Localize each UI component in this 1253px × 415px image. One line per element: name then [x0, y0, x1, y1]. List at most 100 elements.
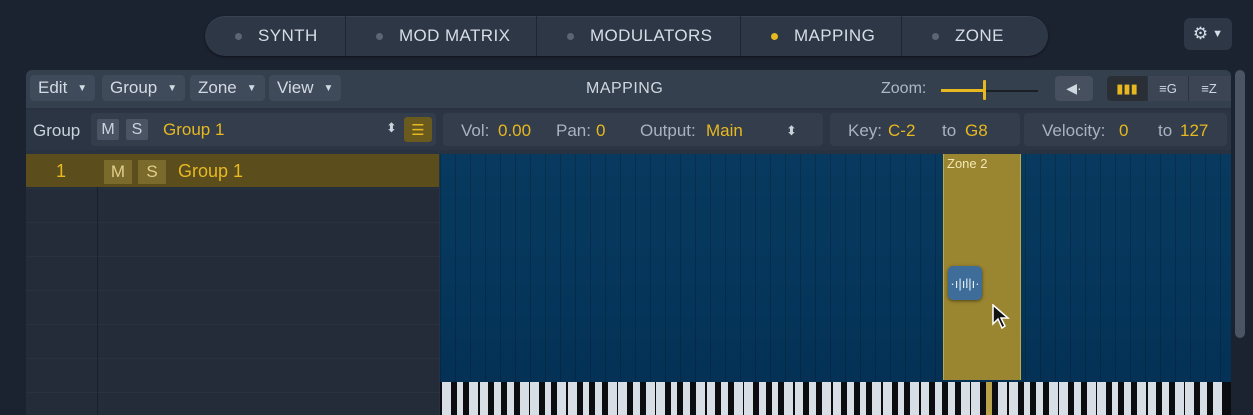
black-key[interactable]: [1118, 382, 1124, 415]
black-key[interactable]: [1043, 382, 1049, 415]
black-key[interactable]: [451, 382, 457, 415]
zoom-slider-thumb[interactable]: [983, 80, 986, 100]
black-key[interactable]: [728, 382, 734, 415]
key-range-section: Key: C-2 to G8: [830, 113, 1020, 146]
black-key[interactable]: [665, 382, 671, 415]
settings-menu-button[interactable]: ⚙ ▼: [1184, 18, 1232, 50]
black-key[interactable]: [463, 382, 469, 415]
chevron-down-icon: ▼: [323, 82, 334, 94]
black-key[interactable]: [589, 382, 595, 415]
chevron-down-icon: ▼: [167, 82, 178, 94]
velocity-high-value[interactable]: 127: [1180, 121, 1208, 141]
black-key[interactable]: [1156, 382, 1162, 415]
black-key[interactable]: [514, 382, 520, 415]
black-key[interactable]: [841, 382, 847, 415]
tab-mapping[interactable]: MAPPING: [741, 16, 901, 56]
black-key[interactable]: [1194, 382, 1200, 415]
black-key[interactable]: [854, 382, 860, 415]
black-key[interactable]: [577, 382, 583, 415]
view-menu[interactable]: View ▼: [269, 75, 342, 101]
black-key[interactable]: [640, 382, 646, 415]
group-list-view-button[interactable]: ≡G: [1148, 76, 1189, 101]
black-key[interactable]: [942, 382, 948, 415]
group-label: Group: [33, 121, 81, 140]
group-list: 1 M S Group 1: [26, 154, 439, 415]
zone-list-view-button[interactable]: ≡Z: [1189, 76, 1229, 101]
group-name-popup[interactable]: Group 1: [163, 120, 224, 140]
black-key[interactable]: [1106, 382, 1112, 415]
chevron-down-icon: ▼: [77, 82, 88, 94]
vertical-scrollbar[interactable]: [1235, 70, 1245, 338]
black-key[interactable]: [929, 382, 935, 415]
speaker-icon: ◀·: [1066, 80, 1082, 96]
group-solo-button[interactable]: S: [138, 160, 166, 184]
group-mute-button[interactable]: M: [104, 160, 132, 184]
black-key[interactable]: [1018, 382, 1024, 415]
black-key[interactable]: [1068, 382, 1074, 415]
zone-block[interactable]: Zone 2 ·ı|ıl|ı·: [943, 154, 1021, 380]
group-list-icon: ≡G: [1159, 81, 1177, 96]
key-low-value[interactable]: C-2: [888, 121, 915, 141]
black-key[interactable]: [715, 382, 721, 415]
group-number-column: [26, 154, 98, 415]
black-key[interactable]: [1207, 382, 1213, 415]
black-key[interactable]: [766, 382, 772, 415]
view-mode-switch: ▮▮▮ ≡G ≡Z: [1107, 76, 1231, 101]
zone-menu[interactable]: Zone ▼: [190, 75, 265, 101]
black-key[interactable]: [816, 382, 822, 415]
edit-menu[interactable]: Edit ▼: [30, 75, 96, 101]
velocity-label: Velocity:: [1042, 121, 1106, 140]
black-key[interactable]: [539, 382, 545, 415]
audition-button[interactable]: ◀·: [1055, 76, 1093, 101]
black-key[interactable]: [551, 382, 557, 415]
key-high-value[interactable]: G8: [965, 121, 988, 141]
zone-mapping-grid[interactable]: Zone 2 ·ı|ıl|ı·: [440, 154, 1231, 415]
zone-list-icon: ≡Z: [1201, 81, 1217, 96]
panel-title: MAPPING: [586, 80, 664, 97]
black-key[interactable]: [778, 382, 784, 415]
velocity-low-value[interactable]: 0: [1119, 121, 1128, 141]
black-key[interactable]: [602, 382, 608, 415]
black-key[interactable]: [1030, 382, 1036, 415]
black-key[interactable]: [955, 382, 961, 415]
black-key[interactable]: [803, 382, 809, 415]
black-key[interactable]: [690, 382, 696, 415]
black-key[interactable]: [1169, 382, 1175, 415]
black-key[interactable]: [753, 382, 759, 415]
tab-indicator-dot: [376, 32, 383, 40]
black-key[interactable]: [1131, 382, 1137, 415]
output-label: Output:: [640, 121, 696, 140]
list-item[interactable]: 1 M S Group 1: [26, 154, 439, 187]
black-key[interactable]: [992, 382, 998, 415]
group-name[interactable]: Group 1: [178, 161, 243, 182]
tab-modulators[interactable]: MODULATORS: [537, 16, 740, 56]
keyboard-view-button[interactable]: ▮▮▮: [1107, 76, 1148, 101]
zone-label: Zone 2: [947, 156, 988, 171]
group-mute-button[interactable]: M: [97, 119, 119, 140]
black-key[interactable]: [501, 382, 507, 415]
updown-arrows-icon[interactable]: ⬍: [386, 120, 397, 136]
piano-keyboard[interactable]: [440, 382, 1231, 415]
output-popup[interactable]: Main: [706, 121, 743, 141]
pan-value[interactable]: 0: [596, 121, 605, 141]
black-key[interactable]: [1081, 382, 1087, 415]
black-key[interactable]: [627, 382, 633, 415]
black-key[interactable]: [904, 382, 910, 415]
tab-mod-matrix[interactable]: MOD MATRIX: [346, 16, 536, 56]
black-key[interactable]: [892, 382, 898, 415]
group-output-section: Vol: 0.00 Pan: 0 Output: Main ⬍: [443, 113, 823, 146]
updown-arrows-icon[interactable]: ⬍: [786, 123, 797, 139]
black-key[interactable]: [866, 382, 872, 415]
black-key[interactable]: [677, 382, 683, 415]
tab-zone[interactable]: ZONE: [902, 16, 1042, 56]
vol-value[interactable]: 0.00: [498, 121, 531, 141]
tab-synth[interactable]: SYNTH: [205, 16, 345, 56]
waveform-icon[interactable]: ·ı|ıl|ı·: [948, 266, 982, 300]
black-key[interactable]: [980, 382, 986, 415]
pan-label: Pan:: [556, 121, 591, 140]
group-list-toggle[interactable]: ☰: [404, 117, 432, 142]
group-solo-button[interactable]: S: [126, 119, 148, 140]
black-key[interactable]: [488, 382, 494, 415]
group-menu[interactable]: Group ▼: [102, 75, 186, 101]
zoom-slider-fill: [941, 89, 985, 92]
